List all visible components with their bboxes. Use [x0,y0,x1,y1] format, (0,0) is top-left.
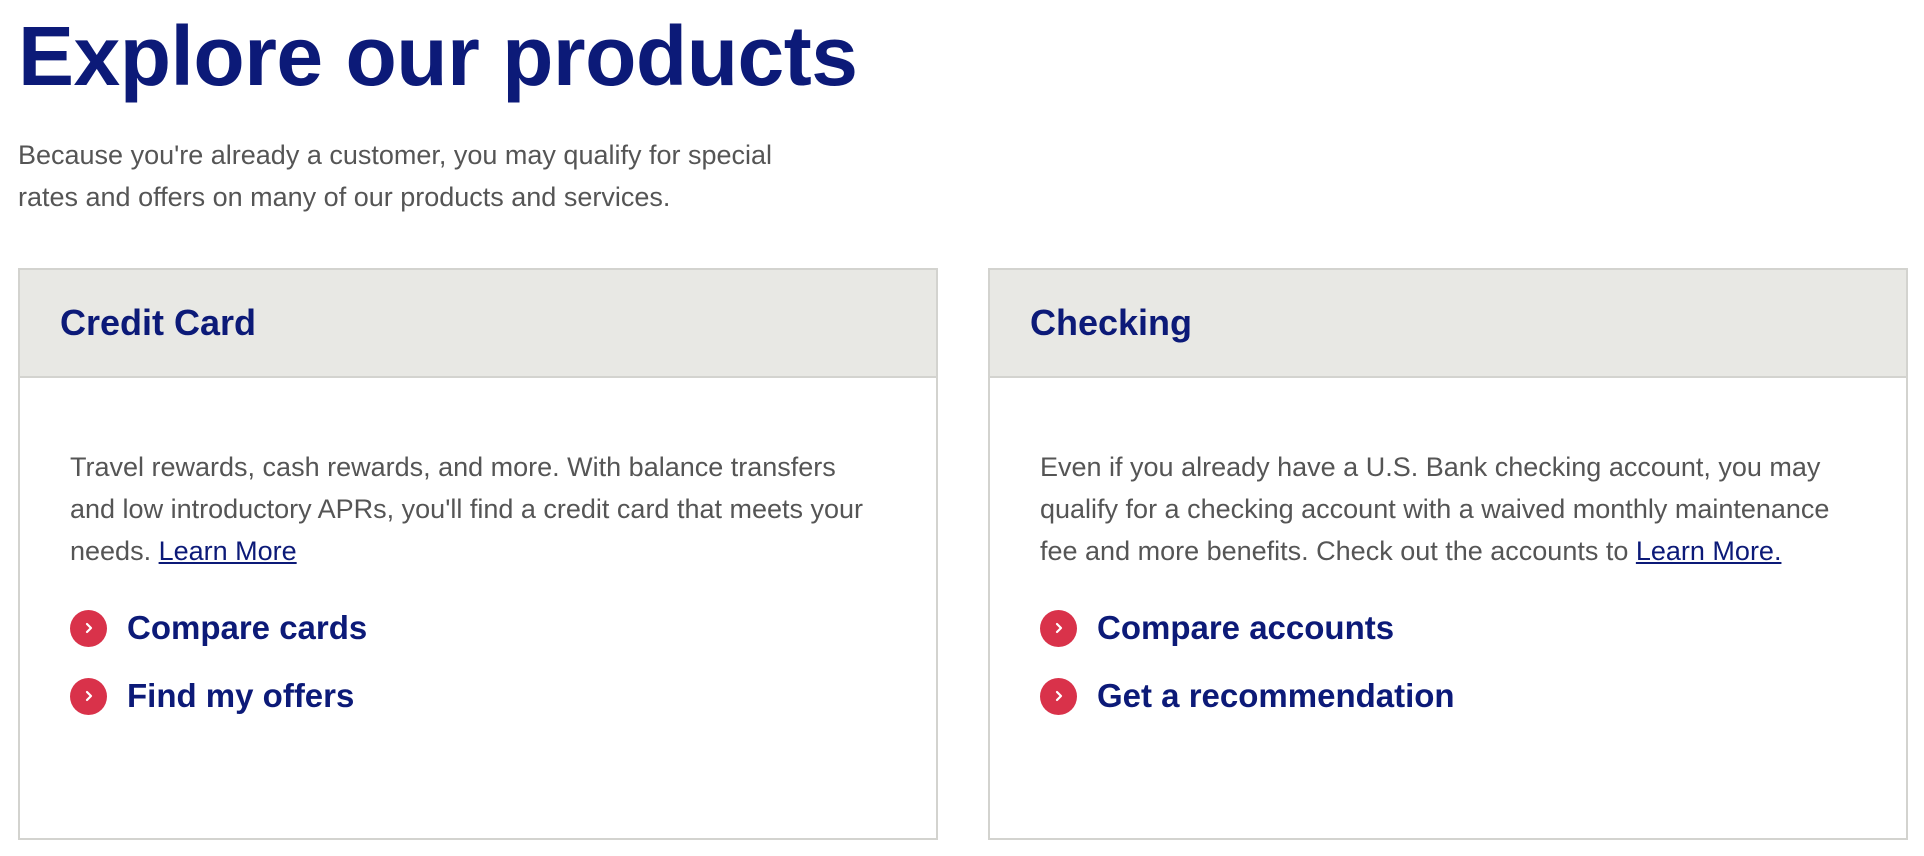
chevron-right-icon [1040,609,1077,647]
checking-body: Even if you already have a U.S. Bank che… [990,378,1906,730]
checking-actions: Compare accounts Get a recommendation [1040,594,1856,730]
credit-card-body: Travel rewards, cash rewards, and more. … [20,378,936,730]
get-a-recommendation-label: Get a recommendation [1097,677,1455,714]
get-a-recommendation-link[interactable]: Get a recommendation [1040,662,1856,730]
checking-header: Checking [990,270,1906,378]
credit-card-description: Travel rewards, cash rewards, and more. … [70,446,886,572]
compare-accounts-label: Compare accounts [1097,609,1395,646]
page-title: Explore our products [18,9,858,103]
credit-card-header: Credit Card [20,270,936,378]
checking-panel: Checking Even if you already have a U.S.… [988,268,1908,840]
chevron-right-icon [1040,677,1077,715]
intro-line-1: Because you're already a customer, you m… [18,140,773,170]
compare-cards-link[interactable]: Compare cards [70,594,886,662]
credit-card-learn-more-link[interactable]: Learn More [159,536,297,566]
credit-card-title: Credit Card [60,302,257,343]
find-my-offers-link[interactable]: Find my offers [70,662,886,730]
intro-line-2: rates and offers on many of our products… [18,182,671,212]
chevron-right-icon [70,609,107,647]
checking-title: Checking [1030,302,1193,343]
products-page: Explore our products Because you're alre… [0,0,1924,856]
checking-description: Even if you already have a U.S. Bank che… [1040,446,1856,572]
chevron-right-icon [70,677,107,715]
credit-card-actions: Compare cards Find my offers [70,594,886,730]
intro-text: Because you're already a customer, you m… [18,134,838,218]
checking-learn-more-link[interactable]: Learn More. [1636,536,1782,566]
find-my-offers-label: Find my offers [127,677,355,714]
credit-card-panel: Credit Card Travel rewards, cash rewards… [18,268,938,840]
compare-cards-label: Compare cards [127,609,368,646]
compare-accounts-link[interactable]: Compare accounts [1040,594,1856,662]
